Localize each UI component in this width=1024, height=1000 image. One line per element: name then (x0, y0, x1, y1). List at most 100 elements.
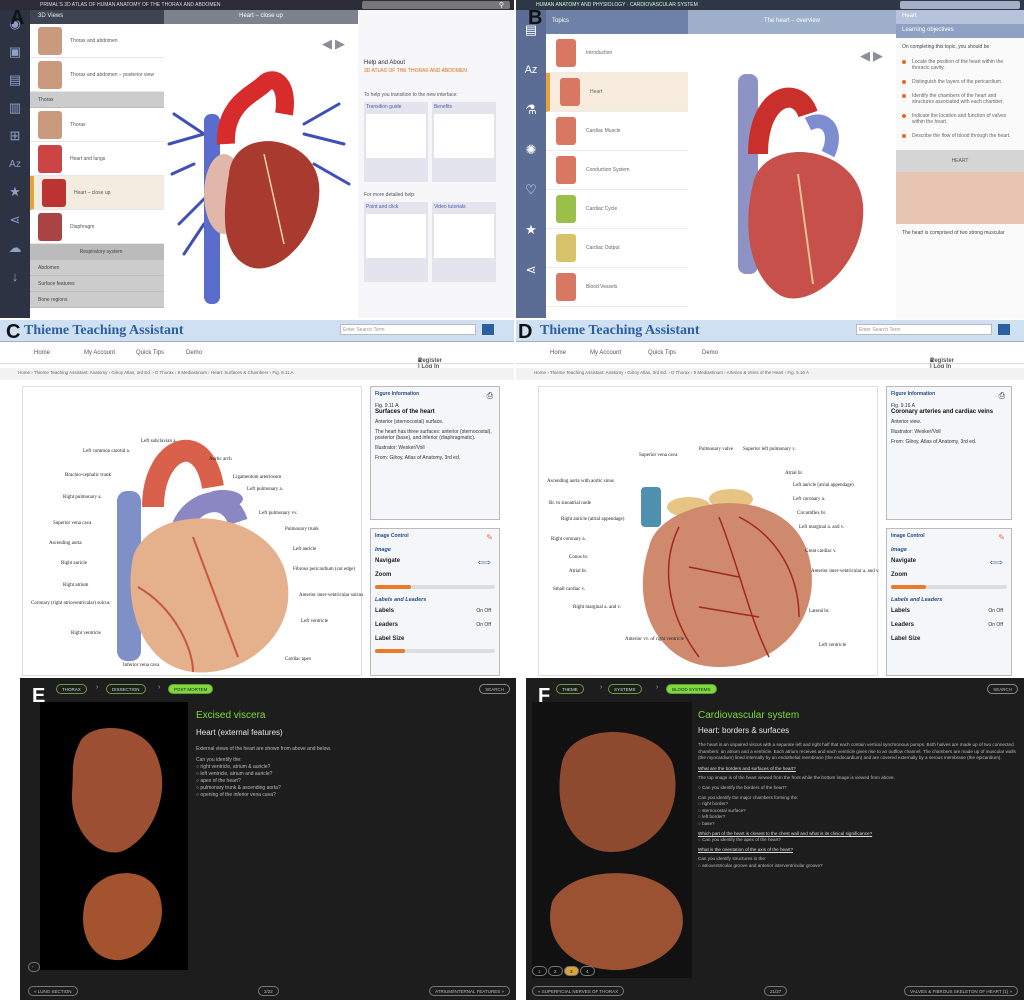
navigate-arrows-icon[interactable]: ⇦⇨ (990, 558, 1003, 567)
breadcrumb-pill[interactable]: THEME (556, 684, 584, 694)
zoom-slider[interactable] (375, 585, 495, 589)
question-item[interactable]: ○ Can you identify the borders of the he… (698, 785, 1016, 792)
question-item[interactable]: ○ left border? (698, 814, 1016, 821)
thieme-logo[interactable]: Thieme Teaching Assistant (540, 323, 699, 339)
heart-3d-model[interactable] (164, 24, 358, 318)
question-item[interactable]: ○ apex of the heart? (196, 778, 496, 785)
question-item[interactable]: ○ left ventricle, atrium and auricle? (196, 771, 496, 778)
navigate-arrows-icon[interactable]: ⇦⇨ (478, 558, 491, 567)
star-icon[interactable]: ★ (516, 210, 546, 250)
search-go-button[interactable] (482, 324, 494, 335)
specimen-image[interactable] (40, 702, 188, 970)
breadcrumb-pill[interactable]: SYSTEMS (608, 684, 642, 694)
question-item[interactable]: ○ atrioventricular groove and anterior i… (698, 863, 1016, 870)
heart-rate-icon[interactable]: ♡ (516, 170, 546, 210)
expand-icon[interactable]: › (28, 962, 40, 972)
topic-item[interactable]: Cardiac Cycle (546, 190, 688, 229)
search-input[interactable]: Enter Search Term (340, 324, 476, 335)
topic-item[interactable]: Cardiac Muscle (546, 112, 688, 151)
list-item-selected[interactable]: Heart – close up (30, 176, 164, 210)
breadcrumb-pill-active[interactable]: POST MORTEM (168, 684, 214, 694)
heart-section-bar[interactable]: HEART (896, 150, 1024, 172)
search-button[interactable]: SEARCH (479, 684, 510, 694)
section-header-surface[interactable]: Surface features (30, 276, 164, 292)
page-dot[interactable]: 1 (532, 966, 547, 976)
list-item[interactable]: Thorax and abdomen – posterior view (30, 58, 164, 92)
az-index-icon[interactable]: Az (516, 50, 546, 90)
list-item[interactable]: Diaphragm (30, 210, 164, 244)
question-link[interactable]: What is the orientation of the axis of t… (698, 847, 1016, 854)
nav-my-account[interactable]: My Account (590, 350, 621, 356)
breadcrumb[interactable]: Home › Thieme Teaching Assistant: Anatom… (516, 368, 1024, 380)
leaders-toggle-row[interactable]: Leaders On Off (375, 622, 495, 631)
views-icon[interactable]: ▣ (0, 38, 30, 66)
print-icon[interactable]: ⎙ (999, 391, 1005, 401)
breadcrumb-pill-active[interactable]: BLOOD SYSTEMS (666, 684, 717, 694)
nav-home[interactable]: Home (550, 350, 566, 356)
leaders-on-off-radio[interactable]: On Off (988, 622, 1003, 628)
previous-section-button[interactable]: « LUNG SECTION (28, 986, 78, 996)
specimen-image[interactable] (532, 702, 692, 978)
search-input[interactable]: Enter Search Term (856, 324, 992, 335)
section-header-respiratory[interactable]: Respiratory system (30, 244, 164, 260)
az-index-icon[interactable]: Az (0, 150, 30, 178)
share-icon[interactable]: ⋖ (0, 206, 30, 234)
thieme-logo[interactable]: Thieme Teaching Assistant (24, 323, 183, 339)
list-item[interactable]: Thorax (30, 108, 164, 142)
figure-image-area[interactable]: Superior vena cava Pulmonary valve Super… (538, 386, 879, 676)
layers-icon[interactable]: ▥ (0, 94, 30, 122)
nav-home[interactable]: Home (34, 350, 50, 356)
topic-item[interactable]: Cardiac Output (546, 229, 688, 268)
flask-icon[interactable]: ⚗ (516, 90, 546, 130)
section-header-bone[interactable]: Bone regions (30, 292, 164, 308)
point-and-click-tile[interactable]: Point and click (364, 202, 428, 282)
benefits-tile[interactable]: Benefits (431, 102, 496, 182)
search-input[interactable]: ⚲ (362, 1, 510, 9)
breadcrumb-pill[interactable]: THORAX (56, 684, 87, 694)
topic-item[interactable]: Blood Vessels (546, 268, 688, 307)
tool-icon[interactable]: ✎ (486, 533, 493, 542)
cloud-icon[interactable]: ☁ (0, 234, 30, 262)
labels-on-off-radio[interactable]: On Off (988, 608, 1003, 614)
list-item[interactable]: Thorax and abdomen (30, 24, 164, 58)
section-header-thorax[interactable]: Thorax (30, 92, 164, 108)
question-item[interactable]: ○ sternocostal surface? (698, 808, 1016, 815)
label-size-slider[interactable] (375, 649, 495, 653)
section-header-abdomen[interactable]: Abdomen (30, 260, 164, 276)
search-icon[interactable]: ⚲ (499, 1, 504, 9)
next-section-button[interactable]: ATRIUM/INTERNAL FEATURES » (429, 986, 510, 996)
question-item[interactable]: ○ pulmonary trunk & ascending aorta? (196, 785, 496, 792)
page-dot-active[interactable]: 3 (564, 966, 579, 976)
lightbulb-icon[interactable]: ✺ (516, 130, 546, 170)
page-dot[interactable]: 2 (548, 966, 563, 976)
question-item[interactable]: ○ opening of the inferior vena cava? (196, 792, 496, 799)
star-icon[interactable]: ★ (0, 178, 30, 206)
transition-guide-tile[interactable]: Transition guide (364, 102, 428, 182)
leaders-on-off-radio[interactable]: On Off (476, 622, 491, 628)
zoom-slider[interactable] (891, 585, 1007, 589)
question-item[interactable]: ○ Can you identify the apex of the heart… (698, 837, 1016, 844)
labels-toggle-row[interactable]: Labels On Off (891, 608, 1007, 617)
breadcrumb-pill[interactable]: DISSECTION (106, 684, 146, 694)
help-subtitle-link[interactable]: 3D ATLAS OF THE THORAX AND ABDOMEN (364, 68, 508, 74)
book-icon[interactable]: ▤ (0, 66, 30, 94)
share-icon[interactable]: ⋖ (516, 250, 546, 290)
nav-quick-tips[interactable]: Quick Tips (648, 350, 676, 356)
3d-viewport[interactable]: Heart – close up ◀▶ (164, 10, 358, 318)
question-link[interactable]: Which part of the heart is closest to th… (698, 831, 1016, 838)
question-link[interactable]: What are the borders and surfaces of the… (698, 766, 1016, 773)
previous-section-button[interactable]: « SUPERFICIAL NERVES OF THORAX (532, 986, 625, 996)
nav-quick-tips[interactable]: Quick Tips (136, 350, 164, 356)
nav-demo[interactable]: Demo (186, 350, 202, 356)
topic-item[interactable]: Introduction (546, 34, 688, 73)
nav-my-account[interactable]: My Account (84, 350, 115, 356)
search-input[interactable] (900, 1, 1020, 9)
tree-icon[interactable]: ⊞ (0, 122, 30, 150)
question-item[interactable]: ○ right border? (698, 801, 1016, 808)
leaders-toggle-row[interactable]: Leaders On Off (891, 622, 1007, 631)
breadcrumb[interactable]: Home › Thieme Teaching Assistant: Anatom… (0, 368, 514, 380)
topic-item-selected[interactable]: Heart (546, 73, 688, 112)
labels-toggle-row[interactable]: Labels On Off (375, 608, 495, 617)
search-go-button[interactable] (998, 324, 1010, 335)
next-section-button[interactable]: VALVES & FIBROUS SKELETON OF HEART (1) » (904, 986, 1018, 996)
